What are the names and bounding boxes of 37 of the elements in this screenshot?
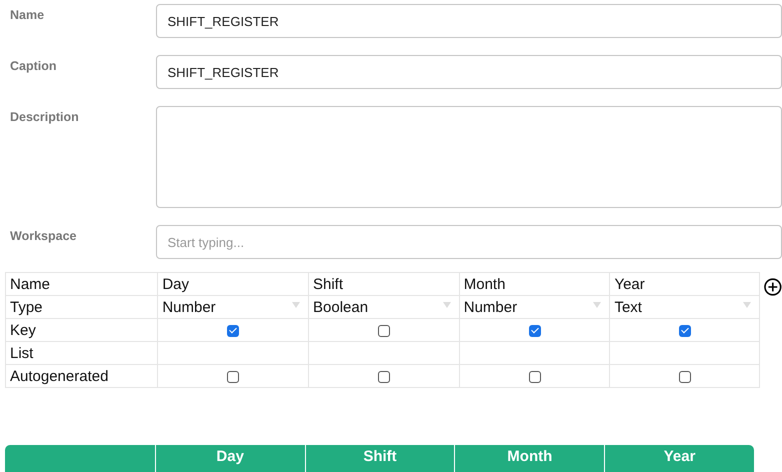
field-label: Workspace [9,228,78,243]
column-header: Shift [304,445,454,472]
column-header: Day [154,445,305,472]
column-header: Year [604,445,754,472]
row-label: Name [6,272,158,296]
name-cell[interactable]: Month [459,272,610,296]
checkbox[interactable] [378,324,390,337]
type-dropdown[interactable]: Boolean [308,296,460,318]
field-label: Name [9,7,46,22]
description-field[interactable] [156,106,782,208]
checkbox[interactable] [227,324,240,337]
checkbox[interactable] [678,370,691,383]
checkbox[interactable] [528,370,541,383]
name-cell[interactable]: Year [610,272,760,296]
checkbox[interactable] [528,324,541,337]
add-icon[interactable] [764,278,782,296]
caret-icon [593,302,602,308]
input-field[interactable]: SHIFT_REGISTER [156,55,782,89]
name-cell[interactable]: Shift [308,272,460,296]
caret-icon [442,302,451,308]
checkbox[interactable] [378,370,390,383]
name-cell[interactable]: Day [158,272,308,296]
row-label: Autogenerated [6,364,158,388]
type-dropdown[interactable]: Number [459,296,610,318]
column-header: Month [454,445,604,472]
row-label: Type [6,296,158,318]
row-label: Key [6,318,158,342]
input-field[interactable]: SHIFT_REGISTER [156,4,782,38]
checkbox[interactable] [678,324,691,337]
checkbox[interactable] [227,370,240,383]
caret-icon [743,302,752,308]
type-dropdown[interactable]: Number [158,296,308,318]
field-label: Description [9,109,80,124]
caret-icon [292,302,300,308]
type-dropdown[interactable]: Text [610,296,760,318]
field-label: Caption [9,58,58,73]
row-label: List [6,342,158,364]
